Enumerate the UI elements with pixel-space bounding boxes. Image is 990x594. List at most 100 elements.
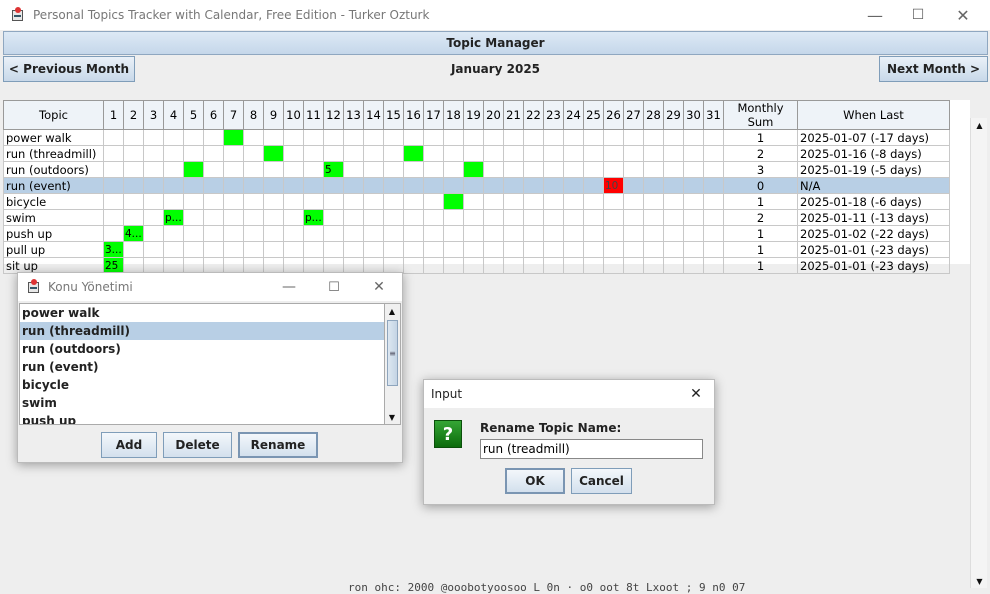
day-cell[interactable]	[703, 145, 724, 162]
day-cell[interactable]	[563, 161, 584, 178]
day-cell[interactable]	[123, 161, 144, 178]
table-row[interactable]: power walk 1 2025-01-07 (-17 days)	[3, 129, 950, 146]
close-button[interactable]: ✕	[940, 0, 986, 30]
when-last-cell[interactable]: 2025-01-16 (-8 days)	[797, 145, 950, 162]
when-last-cell[interactable]: 2025-01-18 (-6 days)	[797, 193, 950, 210]
day-cell[interactable]	[503, 145, 524, 162]
delete-topic-button[interactable]: Delete	[163, 432, 232, 458]
day-cell[interactable]	[683, 193, 704, 210]
day-column-header[interactable]: 25	[583, 100, 604, 130]
day-cell[interactable]	[423, 225, 444, 242]
day-cell[interactable]	[143, 241, 164, 258]
day-cell[interactable]	[203, 225, 224, 242]
day-cell[interactable]	[683, 257, 704, 274]
day-cell[interactable]	[443, 225, 464, 242]
day-cell[interactable]	[683, 241, 704, 258]
day-cell[interactable]	[283, 225, 304, 242]
day-cell[interactable]	[323, 193, 344, 210]
day-cell[interactable]	[583, 129, 604, 146]
day-cell[interactable]	[303, 241, 324, 258]
monthly-sum-cell[interactable]: 1	[723, 225, 798, 242]
day-cell[interactable]	[543, 193, 564, 210]
day-cell[interactable]	[103, 209, 124, 226]
marked-day-cell[interactable]: p...	[163, 209, 184, 226]
day-cell[interactable]	[663, 145, 684, 162]
day-cell[interactable]	[223, 225, 244, 242]
day-cell[interactable]	[303, 177, 324, 194]
day-cell[interactable]	[623, 241, 644, 258]
monthly-sum-cell[interactable]: 2	[723, 145, 798, 162]
day-cell[interactable]	[603, 209, 624, 226]
marked-day-cell[interactable]	[403, 145, 424, 162]
day-cell[interactable]	[363, 225, 384, 242]
day-cell[interactable]	[263, 177, 284, 194]
day-column-header[interactable]: 4	[163, 100, 184, 130]
day-cell[interactable]	[343, 129, 364, 146]
day-cell[interactable]	[243, 129, 264, 146]
day-cell[interactable]	[583, 177, 604, 194]
day-cell[interactable]	[463, 193, 484, 210]
day-cell[interactable]	[603, 241, 624, 258]
next-month-button[interactable]: Next Month >	[879, 56, 988, 82]
day-cell[interactable]	[383, 193, 404, 210]
day-cell[interactable]	[163, 241, 184, 258]
day-cell[interactable]	[603, 225, 624, 242]
day-column-header[interactable]: 12	[323, 100, 344, 130]
day-cell[interactable]	[703, 177, 724, 194]
day-cell[interactable]	[343, 177, 364, 194]
day-cell[interactable]	[603, 193, 624, 210]
day-cell[interactable]	[583, 241, 604, 258]
day-cell[interactable]	[503, 225, 524, 242]
day-cell[interactable]	[343, 161, 364, 178]
day-column-header[interactable]: 1	[103, 100, 124, 130]
day-cell[interactable]	[423, 241, 444, 258]
day-cell[interactable]	[423, 257, 444, 274]
day-cell[interactable]	[443, 161, 464, 178]
day-cell[interactable]	[363, 129, 384, 146]
topic-dialog-maximize-button[interactable]: ☐	[312, 273, 356, 301]
day-cell[interactable]	[663, 161, 684, 178]
day-cell[interactable]	[203, 241, 224, 258]
day-cell[interactable]	[223, 241, 244, 258]
previous-month-button[interactable]: < Previous Month	[3, 56, 135, 82]
day-cell[interactable]	[163, 193, 184, 210]
day-cell[interactable]	[403, 241, 424, 258]
table-row[interactable]: pull up 3... 1 2025-01-01 (-23 days)	[3, 241, 950, 258]
day-cell[interactable]	[263, 209, 284, 226]
day-cell[interactable]	[103, 145, 124, 162]
day-cell[interactable]	[163, 129, 184, 146]
day-cell[interactable]	[603, 129, 624, 146]
day-cell[interactable]	[623, 161, 644, 178]
cancel-button[interactable]: Cancel	[571, 468, 632, 494]
day-cell[interactable]	[423, 177, 444, 194]
day-column-header[interactable]: 18	[443, 100, 464, 130]
day-cell[interactable]	[483, 145, 504, 162]
day-cell[interactable]	[323, 241, 344, 258]
day-cell[interactable]	[243, 193, 264, 210]
topic-list-item[interactable]: run (outdoors)	[20, 340, 384, 358]
day-column-header[interactable]: 26	[603, 100, 624, 130]
day-cell[interactable]	[703, 209, 724, 226]
day-cell[interactable]	[603, 257, 624, 274]
marked-day-cell[interactable]: 4...	[123, 225, 144, 242]
day-cell[interactable]	[403, 225, 424, 242]
day-cell[interactable]	[543, 177, 564, 194]
day-cell[interactable]	[283, 161, 304, 178]
day-cell[interactable]	[663, 241, 684, 258]
day-cell[interactable]	[183, 129, 204, 146]
scroll-up-arrow-icon[interactable]: ▲	[971, 118, 988, 132]
day-cell[interactable]	[643, 225, 664, 242]
marked-day-cell[interactable]	[443, 193, 464, 210]
day-cell[interactable]	[443, 129, 464, 146]
day-column-header[interactable]: 13	[343, 100, 364, 130]
day-cell[interactable]	[643, 241, 664, 258]
day-cell[interactable]	[543, 209, 564, 226]
day-cell[interactable]	[323, 225, 344, 242]
day-cell[interactable]	[623, 209, 644, 226]
day-cell[interactable]	[283, 129, 304, 146]
day-cell[interactable]	[163, 145, 184, 162]
day-cell[interactable]	[683, 209, 704, 226]
day-cell[interactable]	[143, 193, 164, 210]
day-cell[interactable]	[263, 129, 284, 146]
topic-cell[interactable]: power walk	[3, 129, 104, 146]
